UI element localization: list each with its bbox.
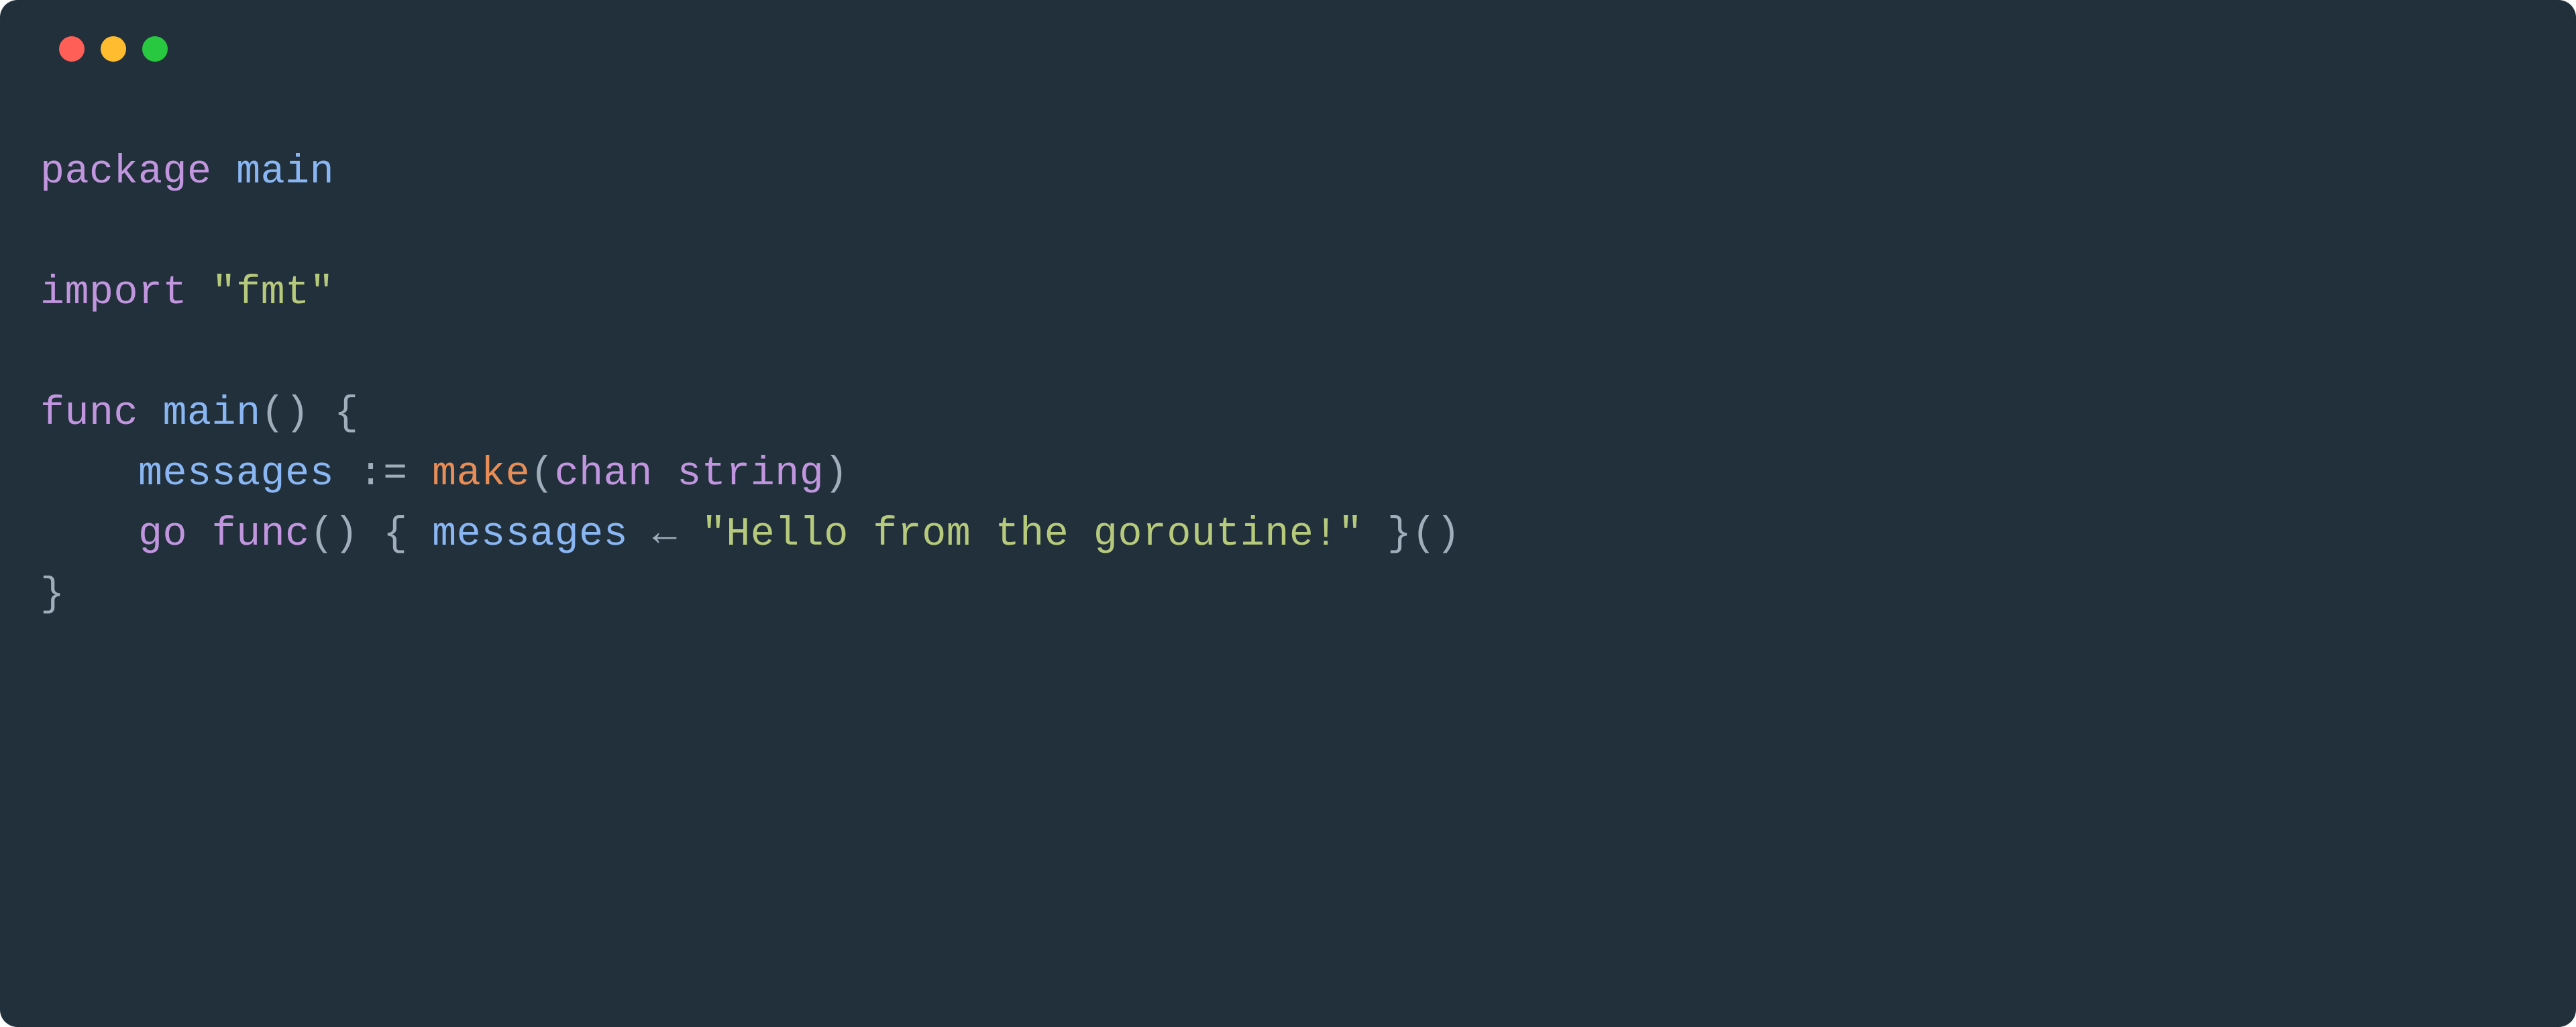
code-token: }() (1362, 512, 1460, 557)
code-token: func (40, 391, 138, 437)
window-controls (40, 32, 2536, 62)
code-line: messages := make(chan string) (40, 444, 2536, 504)
code-line: package main (40, 142, 2536, 203)
code-window: package main import "fmt" func main() { … (0, 0, 2576, 1027)
code-token (408, 451, 433, 497)
code-line: go func() { messages ← "Hello from the g… (40, 504, 2536, 565)
code-token (334, 451, 359, 497)
code-token (40, 512, 138, 557)
code-token (187, 512, 212, 557)
code-token: () { (261, 391, 359, 437)
maximize-icon[interactable] (142, 36, 168, 62)
code-token: "Hello from the goroutine!" (702, 512, 1363, 557)
code-token: () { (310, 512, 433, 557)
code-line: } (40, 565, 2536, 625)
code-block: package main import "fmt" func main() { … (40, 142, 2536, 625)
code-token: go (138, 512, 187, 557)
code-token (653, 451, 678, 497)
code-line (40, 323, 2536, 384)
code-token: package (40, 150, 212, 195)
code-token: main (236, 150, 334, 195)
code-token: func (212, 512, 310, 557)
code-line (40, 203, 2536, 263)
code-token: messages (432, 512, 628, 557)
code-token: := (359, 451, 408, 497)
minimize-icon[interactable] (101, 36, 126, 62)
code-token (40, 451, 138, 497)
code-token: ( (530, 451, 555, 497)
close-icon[interactable] (59, 36, 85, 62)
code-line: import "fmt" (40, 263, 2536, 323)
code-token: messages (138, 451, 334, 497)
code-token: import (40, 270, 187, 316)
code-token: main (163, 391, 261, 437)
code-token: ← (653, 512, 678, 557)
code-token: make (432, 451, 530, 497)
code-token (628, 512, 653, 557)
code-token (187, 270, 212, 316)
code-token (677, 512, 702, 557)
code-token (212, 150, 237, 195)
code-token: string (677, 451, 824, 497)
code-token: "fmt" (212, 270, 335, 316)
code-token: chan (555, 451, 653, 497)
code-line: func main() { (40, 384, 2536, 444)
code-token (138, 391, 163, 437)
code-token: ) (824, 451, 849, 497)
code-token: } (40, 572, 65, 618)
